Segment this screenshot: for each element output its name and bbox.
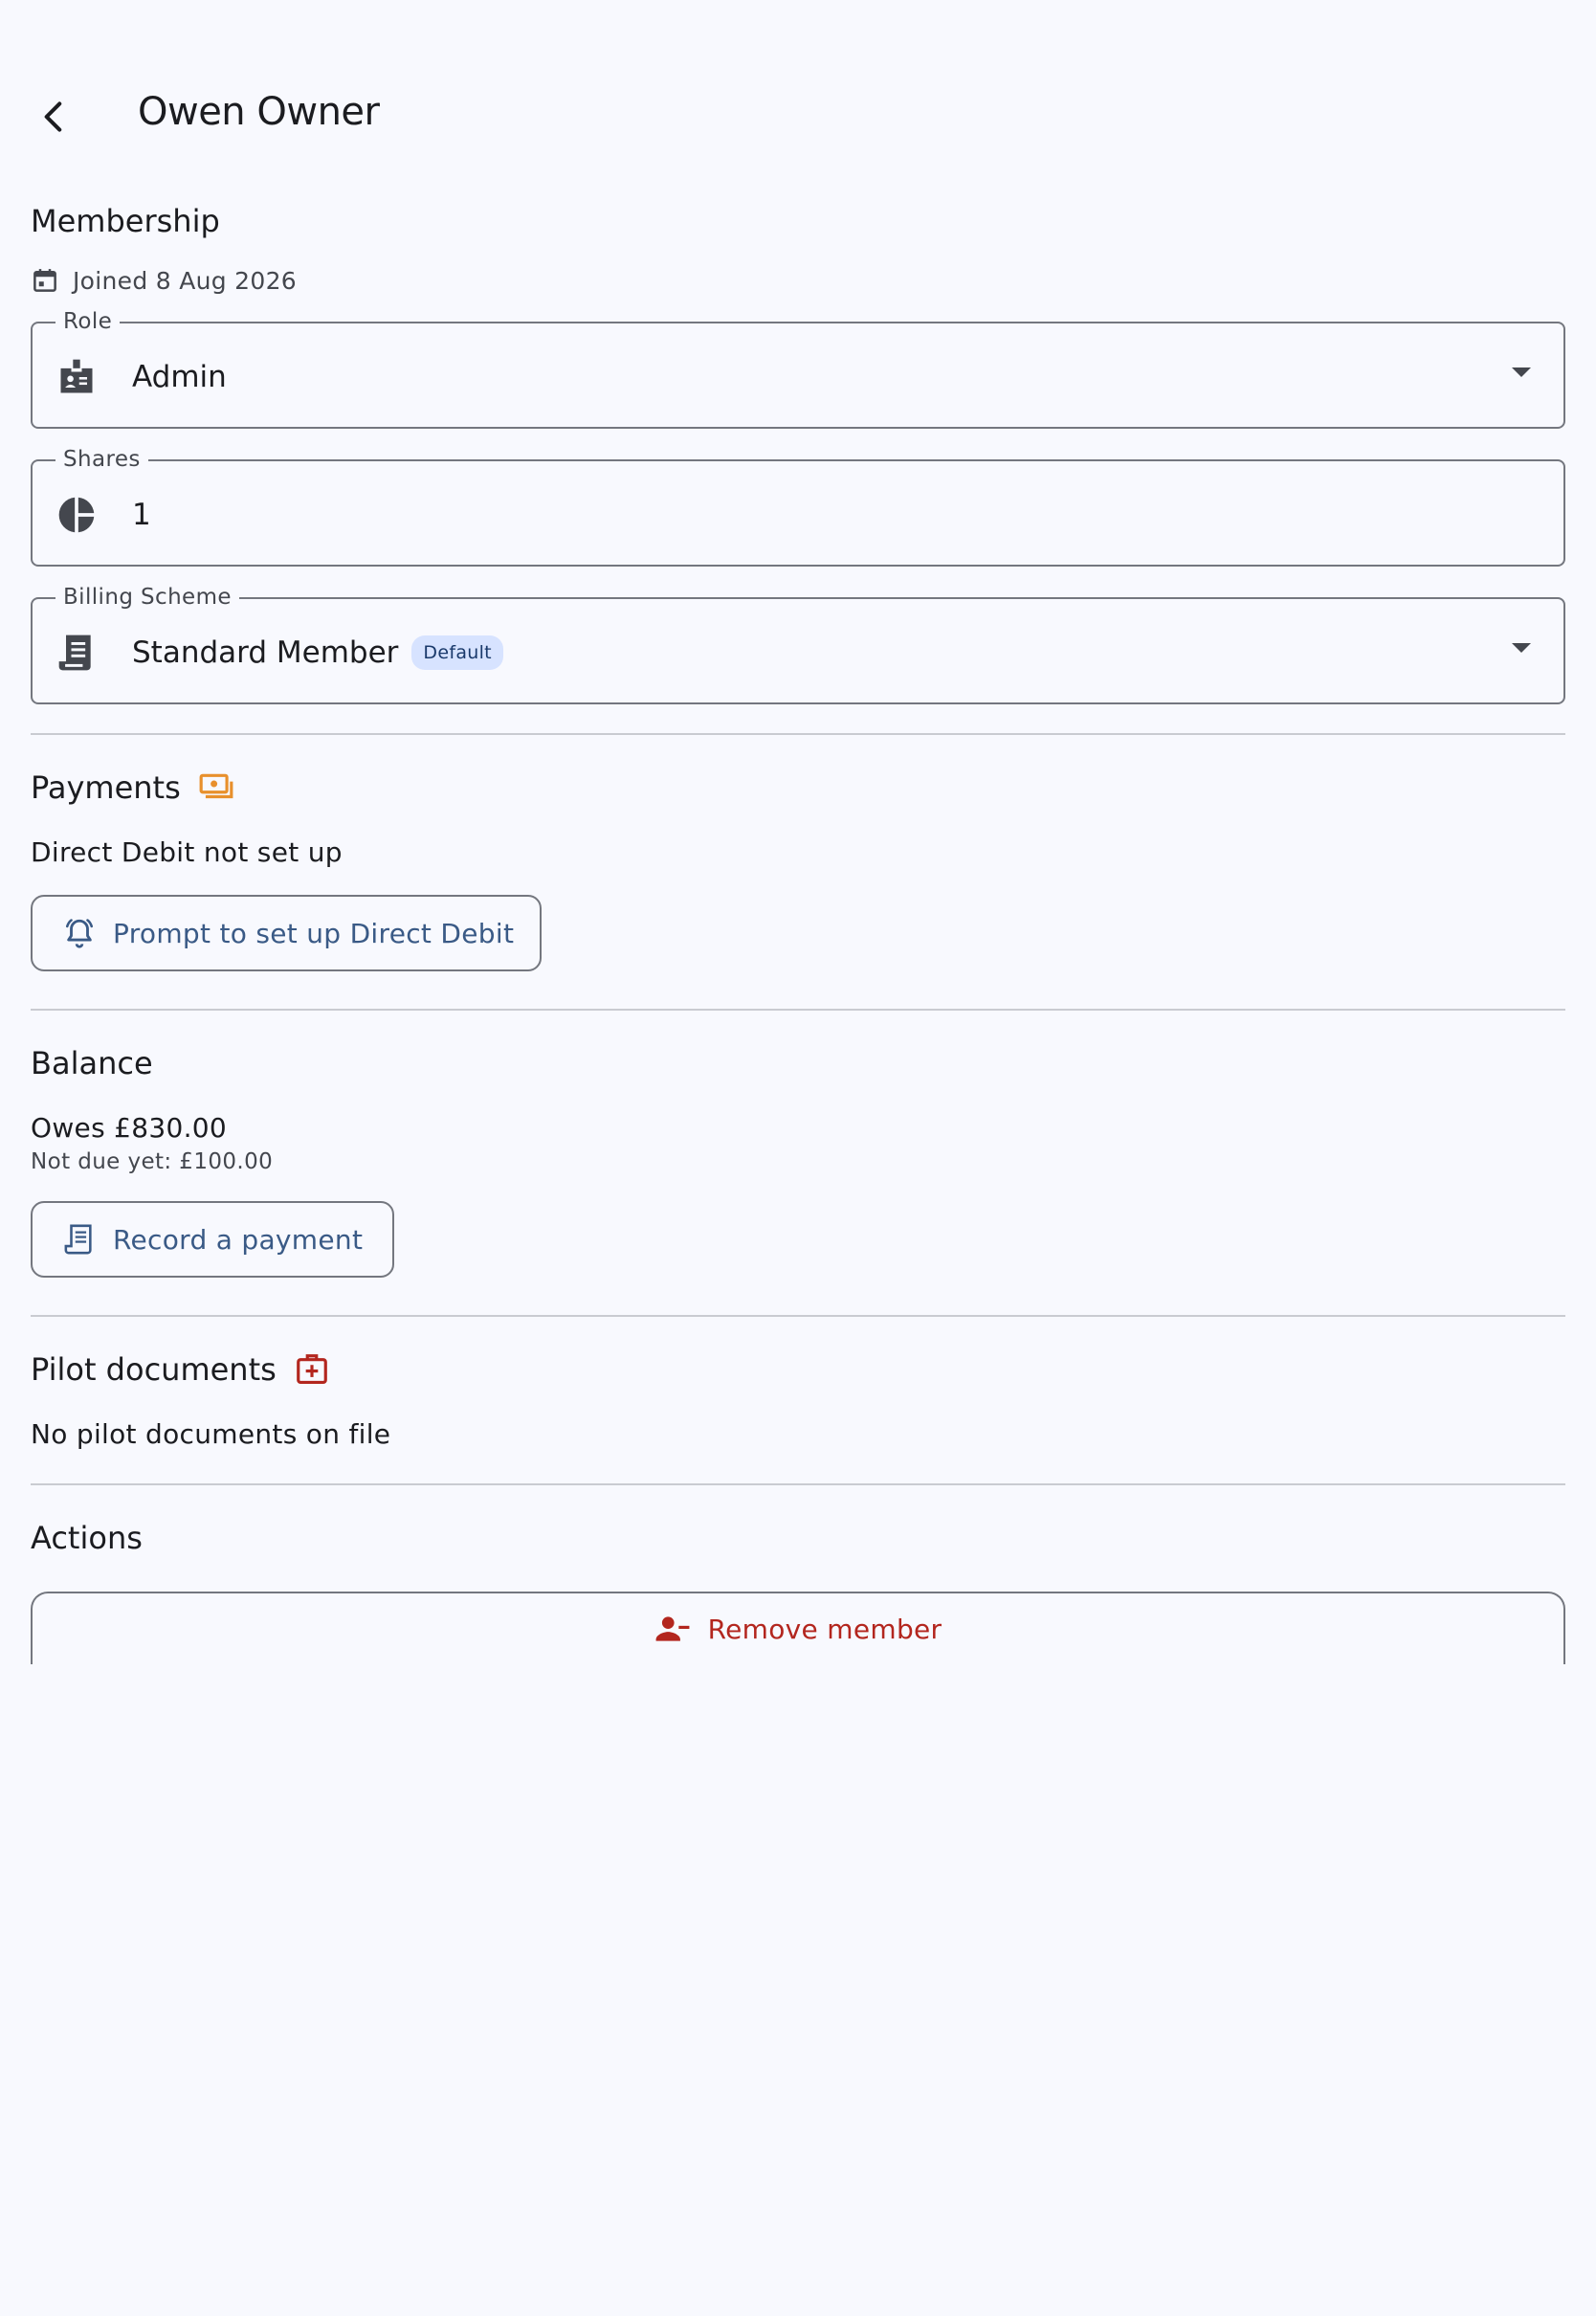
member-detail-screen: Owen Owner Membership Joined 8 Aug 2026 … xyxy=(0,0,1596,2316)
pilot-documents-status: No pilot documents on file xyxy=(31,1418,391,1450)
billing-scheme-value: Standard Member Default xyxy=(132,632,503,674)
role-label: Role xyxy=(55,307,121,336)
payments-section-title: Payments xyxy=(31,769,234,806)
remove-member-button[interactable]: Remove member xyxy=(31,1592,1565,1664)
dropdown-arrow-icon xyxy=(1512,367,1531,377)
billing-scheme-text: Standard Member xyxy=(132,635,399,670)
divider xyxy=(31,733,1565,735)
direct-debit-status: Direct Debit not set up xyxy=(31,836,343,868)
shares-label: Shares xyxy=(55,445,148,474)
payments-icon xyxy=(198,769,234,806)
notification-bell-icon xyxy=(65,919,94,948)
person-remove-icon xyxy=(655,1616,690,1641)
payments-title: Payments xyxy=(31,769,181,806)
balance-owes: Owes £830.00 xyxy=(31,1112,228,1144)
billing-scheme-select[interactable]: Billing Scheme Standard Member Default xyxy=(31,583,1565,704)
membership-section-title: Membership xyxy=(31,203,220,239)
shares-input[interactable]: Shares 1 xyxy=(31,445,1565,567)
actions-title: Actions xyxy=(31,1520,143,1556)
balance-title: Balance xyxy=(31,1045,153,1081)
back-button[interactable] xyxy=(19,77,88,157)
dropdown-arrow-icon xyxy=(1512,643,1531,653)
divider xyxy=(31,1009,1565,1011)
role-value: Admin xyxy=(132,360,227,394)
balance-section-title: Balance xyxy=(31,1045,153,1081)
balance-not-due: Not due yet: £100.00 xyxy=(31,1149,274,1174)
default-badge: Default xyxy=(411,635,503,670)
joined-text: Joined 8 Aug 2026 xyxy=(73,266,297,295)
page-title: Owen Owner xyxy=(138,90,380,134)
pie-chart-icon xyxy=(55,494,98,536)
actions-section-title: Actions xyxy=(31,1520,143,1556)
calendar-icon xyxy=(31,266,59,295)
membership-title: Membership xyxy=(31,203,220,239)
prompt-direct-debit-label: Prompt to set up Direct Debit xyxy=(113,917,515,949)
divider xyxy=(31,1483,1565,1485)
arrow-back-icon xyxy=(44,101,62,132)
record-payment-label: Record a payment xyxy=(113,1223,364,1256)
remove-member-label: Remove member xyxy=(707,1613,942,1645)
billing-scheme-label: Billing Scheme xyxy=(55,583,239,612)
receipt-icon xyxy=(64,1224,92,1255)
badge-icon xyxy=(55,356,98,398)
shares-value: 1 xyxy=(132,498,151,532)
pilot-documents-title: Pilot documents xyxy=(31,1351,277,1388)
medical-case-icon xyxy=(294,1351,330,1388)
prompt-direct-debit-button[interactable]: Prompt to set up Direct Debit xyxy=(31,895,542,971)
joined-date: Joined 8 Aug 2026 xyxy=(31,266,297,295)
record-payment-button[interactable]: Record a payment xyxy=(31,1201,394,1278)
divider xyxy=(31,1315,1565,1317)
receipt-icon xyxy=(55,632,98,674)
app-bar: Owen Owner xyxy=(0,77,1596,157)
pilot-documents-section-title: Pilot documents xyxy=(31,1351,330,1388)
role-select[interactable]: Role Admin xyxy=(31,307,1565,429)
